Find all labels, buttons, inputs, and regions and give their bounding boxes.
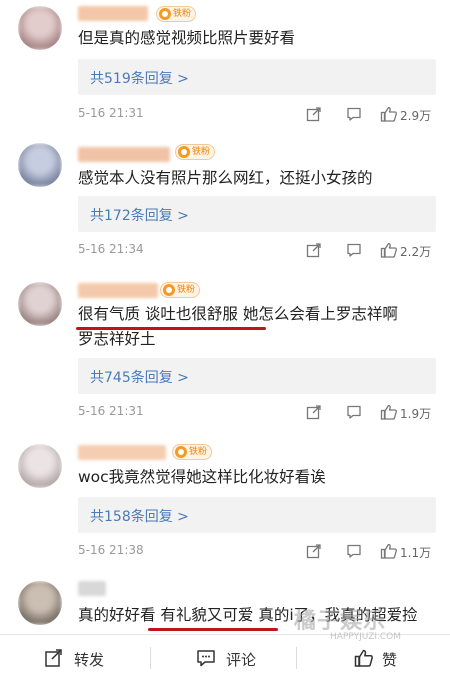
comment-button[interactable]: 评论 [196, 647, 276, 671]
like-count: 1.1万 [400, 546, 432, 560]
repost-label: 转发 [74, 651, 105, 669]
comment-icon[interactable] [346, 543, 362, 559]
view-replies-link[interactable]: 共519条回复 > [90, 68, 189, 88]
watermark-url: HAPPYJUZI.COM [330, 632, 401, 642]
comment-icon[interactable] [346, 242, 362, 258]
fan-badge: 铁粉 [160, 282, 201, 298]
view-replies-link[interactable]: 共158条回复 > [90, 506, 189, 526]
like-count: 1.9万 [400, 407, 432, 421]
username-blurred[interactable] [78, 581, 106, 596]
avatar[interactable] [18, 143, 62, 187]
reply-box[interactable]: 共519条回复 > [78, 59, 436, 95]
comment-text-line1: 很有气质 谈吐也很舒服 她怎么会看上罗志祥啊 [78, 305, 398, 323]
divider [296, 647, 297, 669]
comment-icon[interactable] [346, 404, 362, 420]
share-icon[interactable] [306, 404, 322, 420]
comment-meta: 5-16 21:38 1.1万 [78, 543, 436, 561]
avatar[interactable] [18, 6, 62, 50]
fan-badge: 铁粉 [172, 444, 213, 460]
watermark-text: 橘子娱乐 [294, 609, 387, 634]
username-blurred[interactable] [78, 6, 148, 21]
crown-icon [163, 284, 175, 296]
reply-box[interactable]: 共745条回复 > [78, 358, 436, 394]
divider [150, 647, 151, 669]
comment-item: 铁粉 但是真的感觉视频比照片要好看 共519条回复 > 5-16 21:31 2… [0, 0, 450, 130]
repost-icon [45, 649, 62, 667]
comment-meta: 5-16 21:31 2.9万 [78, 106, 436, 124]
comment-label: 评论 [226, 651, 257, 669]
thumbs-up-icon[interactable] [380, 241, 398, 259]
view-replies-link[interactable]: 共172条回复 > [90, 205, 189, 225]
share-icon[interactable] [306, 106, 322, 122]
comment-icon[interactable] [346, 106, 362, 122]
comment-icon [197, 650, 215, 667]
fan-badge: 铁粉 [175, 144, 216, 160]
avatar[interactable] [18, 282, 62, 326]
comment-item: 铁粉 woc我竟然觉得她这样比化妆好看诶 共158条回复 > 5-16 21:3… [0, 440, 450, 570]
avatar[interactable] [18, 444, 62, 488]
username-blurred[interactable] [78, 283, 158, 298]
comment-time: 5-16 21:31 [78, 404, 144, 418]
comment-item: 铁粉 很有气质 谈吐也很舒服 她怎么会看上罗志祥啊 罗志祥好土 共745条回复 … [0, 276, 450, 436]
thumbs-up-icon[interactable] [380, 105, 398, 123]
crown-icon [175, 446, 187, 458]
like-button[interactable]: 赞 [354, 647, 414, 671]
comment-time: 5-16 21:38 [78, 543, 144, 557]
crown-icon [178, 146, 190, 158]
reply-box[interactable]: 共158条回复 > [78, 497, 436, 533]
comment-meta: 5-16 21:31 1.9万 [78, 404, 436, 422]
share-icon[interactable] [306, 543, 322, 559]
repost-button[interactable]: 转发 [44, 647, 124, 671]
comment-time: 5-16 21:31 [78, 106, 144, 120]
username-blurred[interactable] [78, 445, 166, 460]
thumbs-up-icon[interactable] [380, 403, 398, 421]
comment-text: 但是真的感觉视频比照片要好看 [78, 29, 296, 47]
crown-icon [159, 8, 171, 20]
reply-box[interactable]: 共172条回复 > [78, 196, 436, 232]
thumbs-up-icon [354, 649, 373, 667]
comment-text: woc我竟然觉得她这样比化妆好看诶 [78, 468, 326, 486]
bottom-action-bar: 转发 评论 赞 HAPPYJUZI.COM [0, 632, 450, 682]
comment-meta: 5-16 21:34 2.2万 [78, 242, 436, 260]
comment-text: 感觉本人没有照片那么网红，还挺小女孩的 [78, 169, 373, 187]
highlight-underline [148, 628, 278, 631]
like-label: 赞 [382, 651, 398, 669]
like-count: 2.9万 [400, 109, 432, 123]
avatar[interactable] [18, 581, 62, 625]
comment-text-line2: 罗志祥好土 [78, 330, 156, 348]
comment-time: 5-16 21:34 [78, 242, 144, 256]
comment-item: 铁粉 感觉本人没有照片那么网红，还挺小女孩的 共172条回复 > 5-16 21… [0, 133, 450, 273]
thumbs-up-icon[interactable] [380, 542, 398, 560]
fan-badge: 铁粉 [156, 6, 197, 22]
view-replies-link[interactable]: 共745条回复 > [90, 367, 189, 387]
username-blurred[interactable] [78, 147, 170, 162]
like-count: 2.2万 [400, 245, 432, 259]
share-icon[interactable] [306, 242, 322, 258]
